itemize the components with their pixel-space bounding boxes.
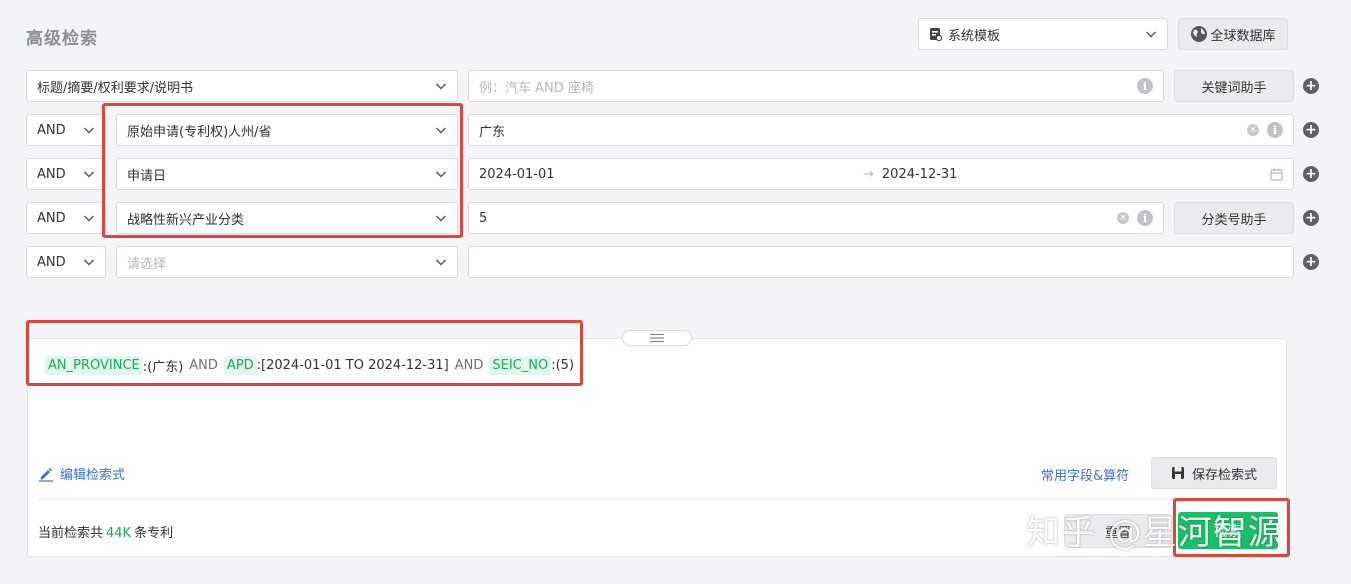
field-select-row-4[interactable]: 战略性新兴产业分类 bbox=[116, 202, 458, 234]
expr-value-seic: :(5) bbox=[551, 358, 575, 373]
result-count-suffix: 条专利 bbox=[134, 526, 174, 541]
add-row-icon[interactable]: + bbox=[1303, 210, 1319, 226]
chevron-down-icon bbox=[436, 215, 446, 222]
operator-select-row-3[interactable]: AND bbox=[26, 158, 106, 190]
chevron-down-icon bbox=[436, 171, 446, 178]
chevron-down-icon bbox=[84, 259, 94, 266]
template-select[interactable]: 系统模板 bbox=[918, 18, 1168, 50]
clear-icon[interactable]: × bbox=[1117, 212, 1129, 224]
result-count-value: 44K bbox=[106, 526, 132, 541]
global-database-button[interactable]: 全球数据库 bbox=[1178, 18, 1288, 50]
field-select-row-2[interactable]: 原始申请(专利权)人州/省 bbox=[116, 114, 458, 146]
add-row-icon[interactable]: + bbox=[1303, 254, 1319, 270]
value-input-text: 5 bbox=[479, 210, 488, 226]
edit-expression-label: 编辑检索式 bbox=[60, 468, 126, 483]
common-fields-link[interactable]: 常用字段&算符 bbox=[1041, 465, 1129, 484]
operator-select-row-4[interactable]: AND bbox=[26, 202, 106, 234]
field-select-row-1[interactable]: 标题/摘要/权利要求/说明书 bbox=[26, 70, 458, 102]
save-icon bbox=[1171, 467, 1184, 479]
global-database-label: 全球数据库 bbox=[1210, 28, 1276, 44]
save-expression-button[interactable]: 保存检索式 bbox=[1151, 457, 1277, 489]
date-start[interactable]: 2024-01-01 bbox=[479, 167, 863, 182]
divider bbox=[38, 499, 1276, 500]
chevron-down-icon bbox=[436, 83, 446, 90]
date-range-arrow-icon: → bbox=[863, 166, 874, 182]
operator-label: AND bbox=[37, 122, 66, 138]
template-icon bbox=[930, 28, 942, 41]
field-select-label: 战略性新兴产业分类 bbox=[127, 212, 245, 228]
field-select-label: 原始申请(专利权)人州/省 bbox=[127, 124, 272, 140]
chevron-down-icon bbox=[84, 215, 94, 222]
value-input-row-4[interactable]: 5 × i bbox=[468, 202, 1164, 234]
chevron-down-icon bbox=[1146, 31, 1156, 38]
date-end[interactable]: 2024-12-31 bbox=[882, 167, 1270, 182]
keyword-helper-button[interactable]: 关键词助手 bbox=[1174, 70, 1294, 102]
field-select-row-3[interactable]: 申请日 bbox=[116, 158, 458, 190]
field-select-placeholder: 请选择 bbox=[127, 256, 167, 272]
operator-select-row-2[interactable]: AND bbox=[26, 114, 106, 146]
operator-label: AND bbox=[37, 166, 66, 182]
value-input-row-5[interactable] bbox=[468, 246, 1294, 278]
chevron-down-icon bbox=[84, 127, 94, 134]
expr-operator: AND bbox=[189, 358, 218, 373]
info-icon[interactable]: i bbox=[1137, 78, 1153, 94]
menu-lines-icon bbox=[650, 333, 664, 343]
keyword-input-row-1[interactable]: 例：汽车 AND 座椅 i bbox=[468, 70, 1164, 102]
calendar-icon[interactable] bbox=[1270, 168, 1283, 181]
save-expression-label: 保存检索式 bbox=[1191, 467, 1257, 483]
add-row-icon[interactable]: + bbox=[1303, 78, 1319, 94]
expr-operator: AND bbox=[454, 358, 484, 373]
edit-expression-link[interactable]: 编辑检索式 bbox=[38, 464, 125, 483]
operator-label: AND bbox=[37, 254, 66, 270]
info-icon[interactable]: i bbox=[1267, 122, 1283, 138]
value-input-text: 广东 bbox=[479, 124, 506, 140]
search-expression: AN_PROVINCE :(广东) AND APD :[2024-01-01 T… bbox=[45, 356, 574, 375]
value-input-row-2[interactable]: 广东 × i bbox=[468, 114, 1294, 146]
add-row-icon[interactable]: + bbox=[1303, 122, 1319, 138]
drag-handle[interactable] bbox=[622, 330, 692, 346]
expr-tag-province: AN_PROVINCE bbox=[45, 356, 143, 375]
chevron-down-icon bbox=[84, 171, 94, 178]
chevron-down-icon bbox=[436, 127, 446, 134]
expr-value-apd: :[2024-01-01 TO 2024-12-31] bbox=[256, 358, 449, 373]
globe-icon bbox=[1191, 26, 1208, 42]
field-select-row-5[interactable]: 请选择 bbox=[116, 246, 458, 278]
operator-select-row-5[interactable]: AND bbox=[26, 246, 106, 278]
result-count-prefix: 当前检索共 bbox=[38, 526, 104, 541]
operator-label: AND bbox=[37, 210, 66, 226]
chevron-down-icon bbox=[436, 259, 446, 266]
keyword-input-placeholder: 例：汽车 AND 座椅 bbox=[479, 80, 594, 96]
classification-helper-button[interactable]: 分类号助手 bbox=[1174, 202, 1294, 234]
clear-icon[interactable]: × bbox=[1247, 124, 1259, 136]
info-icon[interactable]: i bbox=[1137, 210, 1153, 226]
pencil-icon bbox=[39, 467, 53, 482]
template-select-label: 系统模板 bbox=[948, 28, 1001, 44]
watermark: 知乎 @星河智源 bbox=[1026, 513, 1283, 553]
expr-value-province: :(广东) bbox=[142, 360, 184, 375]
page-title: 高级检索 bbox=[26, 29, 98, 49]
add-row-icon[interactable]: + bbox=[1303, 166, 1319, 182]
result-count: 当前检索共 44K 条专利 bbox=[38, 522, 173, 541]
date-range-input-row-3[interactable]: 2024-01-01 → 2024-12-31 bbox=[468, 158, 1294, 190]
expr-tag-seic: SEIC_NO bbox=[489, 356, 552, 375]
field-select-label: 申请日 bbox=[127, 168, 167, 184]
expr-tag-apd: APD bbox=[223, 356, 257, 375]
field-select-label: 标题/摘要/权利要求/说明书 bbox=[37, 80, 194, 96]
